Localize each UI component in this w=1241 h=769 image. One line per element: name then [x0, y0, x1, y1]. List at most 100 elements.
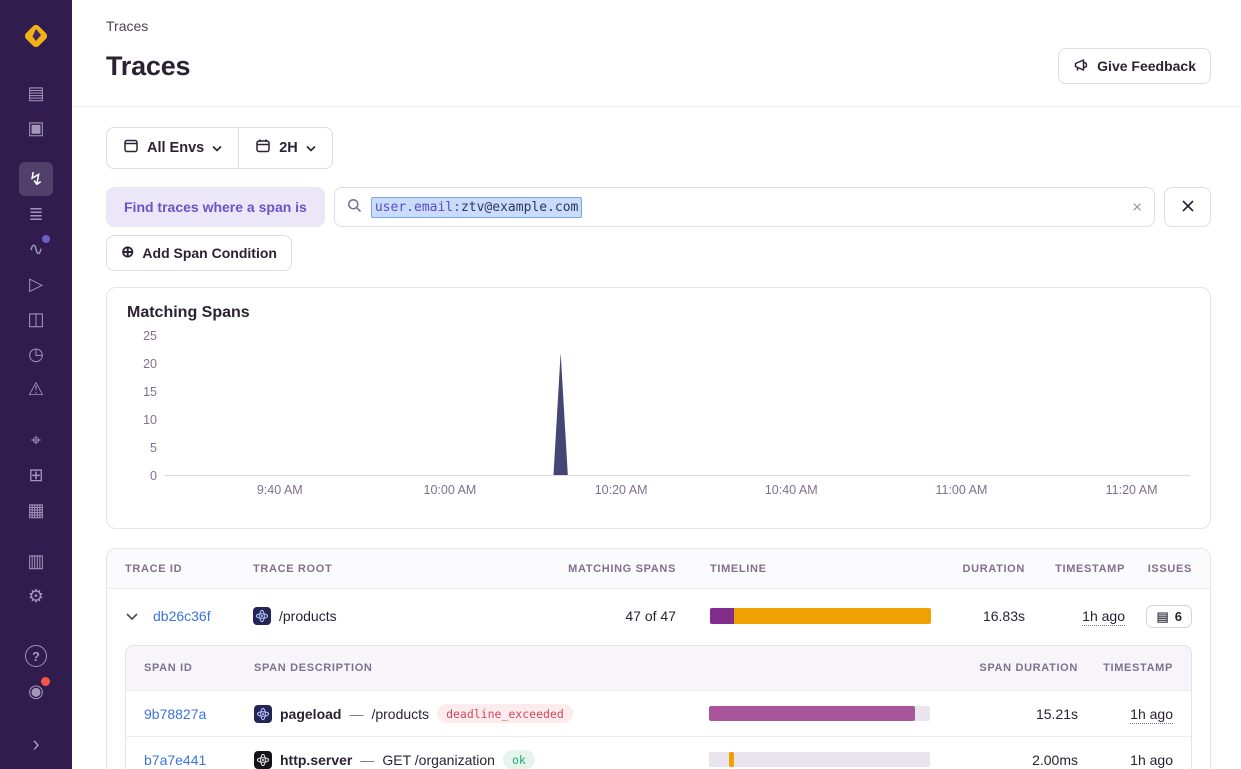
trace-duration: 16.83s [931, 608, 1025, 624]
span-description: GET /organization [382, 752, 495, 768]
sidebar-item-alerts[interactable]: ⚠ [19, 372, 53, 406]
timeline-segment [734, 608, 931, 624]
chevron-down-icon [212, 140, 222, 156]
chart-title: Matching Spans [127, 304, 1190, 322]
stats-icon: ▥ [27, 552, 44, 570]
insights-notification-dot [42, 235, 50, 243]
search-icon [347, 198, 362, 216]
help-icon: ? [25, 645, 47, 667]
span-duration: 2.00ms [930, 752, 1078, 768]
col-span-description: SPAN DESCRIPTION [254, 662, 675, 674]
search-token-value: ztv@example.com [461, 200, 578, 215]
span-op: http.server [280, 752, 352, 768]
y-axis-tick: 10 [127, 413, 157, 427]
sidebar-item-projects[interactable]: ▦ [19, 493, 53, 527]
matching-spans-plot[interactable] [165, 336, 1190, 476]
sidebar-group-tools: ⌖ ⊞ ▦ [19, 423, 53, 528]
time-range-label: 2H [279, 140, 298, 156]
queries-icon: ≣ [28, 205, 43, 223]
span-id-link[interactable]: 9b78827a [144, 706, 206, 722]
whats-new-button[interactable]: ◉ [19, 674, 53, 708]
give-feedback-button[interactable]: Give Feedback [1058, 48, 1211, 84]
col-issues: ISSUES [1125, 563, 1192, 575]
sidebar-bottom: ? ◉ › [19, 639, 53, 757]
sentry-logo-icon[interactable] [20, 20, 52, 52]
trace-root-label[interactable]: /products [279, 608, 337, 624]
alerts-icon: ⚠ [28, 380, 44, 398]
sidebar-item-queries[interactable]: ≣ [19, 197, 53, 231]
sidebar-item-stats[interactable]: ▥ [19, 544, 53, 578]
page-header: Traces Traces Give Feedback [72, 0, 1241, 107]
span-status-badge: ok [503, 750, 535, 769]
sidebar-item-discover[interactable]: ⌖ [19, 423, 53, 457]
y-axis-tick: 0 [127, 469, 157, 483]
issues-count-button[interactable]: ▤ 6 [1146, 605, 1192, 628]
trace-id-link[interactable]: db26c36f [153, 608, 211, 624]
filter-bar: All Envs 2H [106, 127, 333, 169]
clear-search-icon[interactable]: × [1132, 199, 1142, 216]
whats-new-notification-dot [41, 677, 50, 686]
replays-icon: ▷ [29, 275, 43, 293]
sidebar-item-traces[interactable]: ↯ [19, 162, 53, 196]
spans-table-header: SPAN ID SPAN DESCRIPTION SPAN DURATION T… [126, 646, 1191, 690]
span-duration: 15.21s [930, 706, 1078, 722]
breadcrumb[interactable]: Traces [106, 18, 1211, 34]
environment-filter-dropdown[interactable]: All Envs [107, 128, 238, 168]
x-axis-tick: 11:00 AM [935, 483, 987, 497]
close-icon [1181, 199, 1195, 216]
span-id-link[interactable]: b7a7e441 [144, 752, 206, 768]
issues-count: 6 [1175, 609, 1182, 624]
plus-circle-icon: ⊕ [121, 245, 134, 261]
col-span-id: SPAN ID [144, 662, 254, 674]
issues-icon: ▤ [27, 84, 44, 102]
crons-icon: ◷ [28, 345, 44, 363]
sidebar-group-perf: ↯ ≣ ∿ ▷ ◫ ◷ ⚠ [19, 162, 53, 407]
trace-timestamp: 1h ago [1082, 608, 1125, 626]
search-query-token[interactable]: user.email:ztv@example.com [371, 197, 583, 218]
project-platform-icon [253, 607, 271, 625]
help-button[interactable]: ? [19, 639, 53, 673]
trace-row: db26c36f /products 47 of 47 [107, 589, 1210, 643]
span-timeline-bar [709, 706, 930, 721]
col-span-timestamp: TIMESTAMP [1078, 662, 1173, 674]
add-span-condition-button[interactable]: ⊕ Add Span Condition [106, 235, 292, 271]
project-platform-icon [254, 751, 272, 769]
collapse-trace-chevron-icon[interactable] [125, 612, 139, 621]
find-traces-label: Find traces where a span is [106, 187, 325, 227]
sidebar-expand-button[interactable]: › [32, 731, 39, 757]
timeline-segment [729, 752, 735, 767]
insights-icon: ∿ [28, 240, 43, 258]
sidebar-item-dashboards[interactable]: ⊞ [19, 458, 53, 492]
issues-icon: ▤ [1156, 610, 1168, 623]
sidebar-item-crons[interactable]: ◷ [19, 337, 53, 371]
chart-spike [553, 353, 567, 475]
col-trace-root: TRACE ROOT [253, 563, 551, 575]
sidebar-item-settings[interactable]: ⚙ [19, 579, 53, 613]
span-description: /products [371, 706, 429, 722]
discover-icon: ⌖ [31, 431, 41, 449]
sidebar-item-replays[interactable]: ▷ [19, 267, 53, 301]
x-axis: 9:40 AM 10:00 AM 10:20 AM 10:40 AM 11:00… [165, 476, 1190, 500]
sidebar-item-insights[interactable]: ∿ [19, 232, 53, 266]
span-condition-row: Find traces where a span is user.email:z… [106, 187, 1211, 227]
col-span-duration: SPAN DURATION [930, 662, 1078, 674]
x-axis-tick: 10:00 AM [424, 483, 477, 497]
separator: — [349, 706, 363, 722]
explore-icon: ▣ [27, 119, 44, 137]
sidebar-item-releases[interactable]: ◫ [19, 302, 53, 336]
remove-condition-button[interactable] [1164, 187, 1211, 227]
separator: — [360, 752, 374, 768]
sidebar-item-issues[interactable]: ▤ [19, 76, 53, 110]
projects-icon: ▦ [27, 501, 44, 519]
time-range-dropdown[interactable]: 2H [238, 128, 332, 168]
sidebar-item-explore[interactable]: ▣ [19, 111, 53, 145]
page-content: All Envs 2H [72, 107, 1241, 769]
give-feedback-label: Give Feedback [1097, 58, 1196, 74]
trace-timeline-bar [710, 608, 931, 624]
search-input[interactable]: user.email:ztv@example.com × [334, 187, 1155, 227]
megaphone-icon [1073, 57, 1089, 76]
x-axis-tick: 9:40 AM [257, 483, 303, 497]
y-axis-tick: 15 [127, 385, 157, 399]
project-platform-icon [254, 705, 272, 723]
y-axis-tick: 5 [127, 441, 157, 455]
